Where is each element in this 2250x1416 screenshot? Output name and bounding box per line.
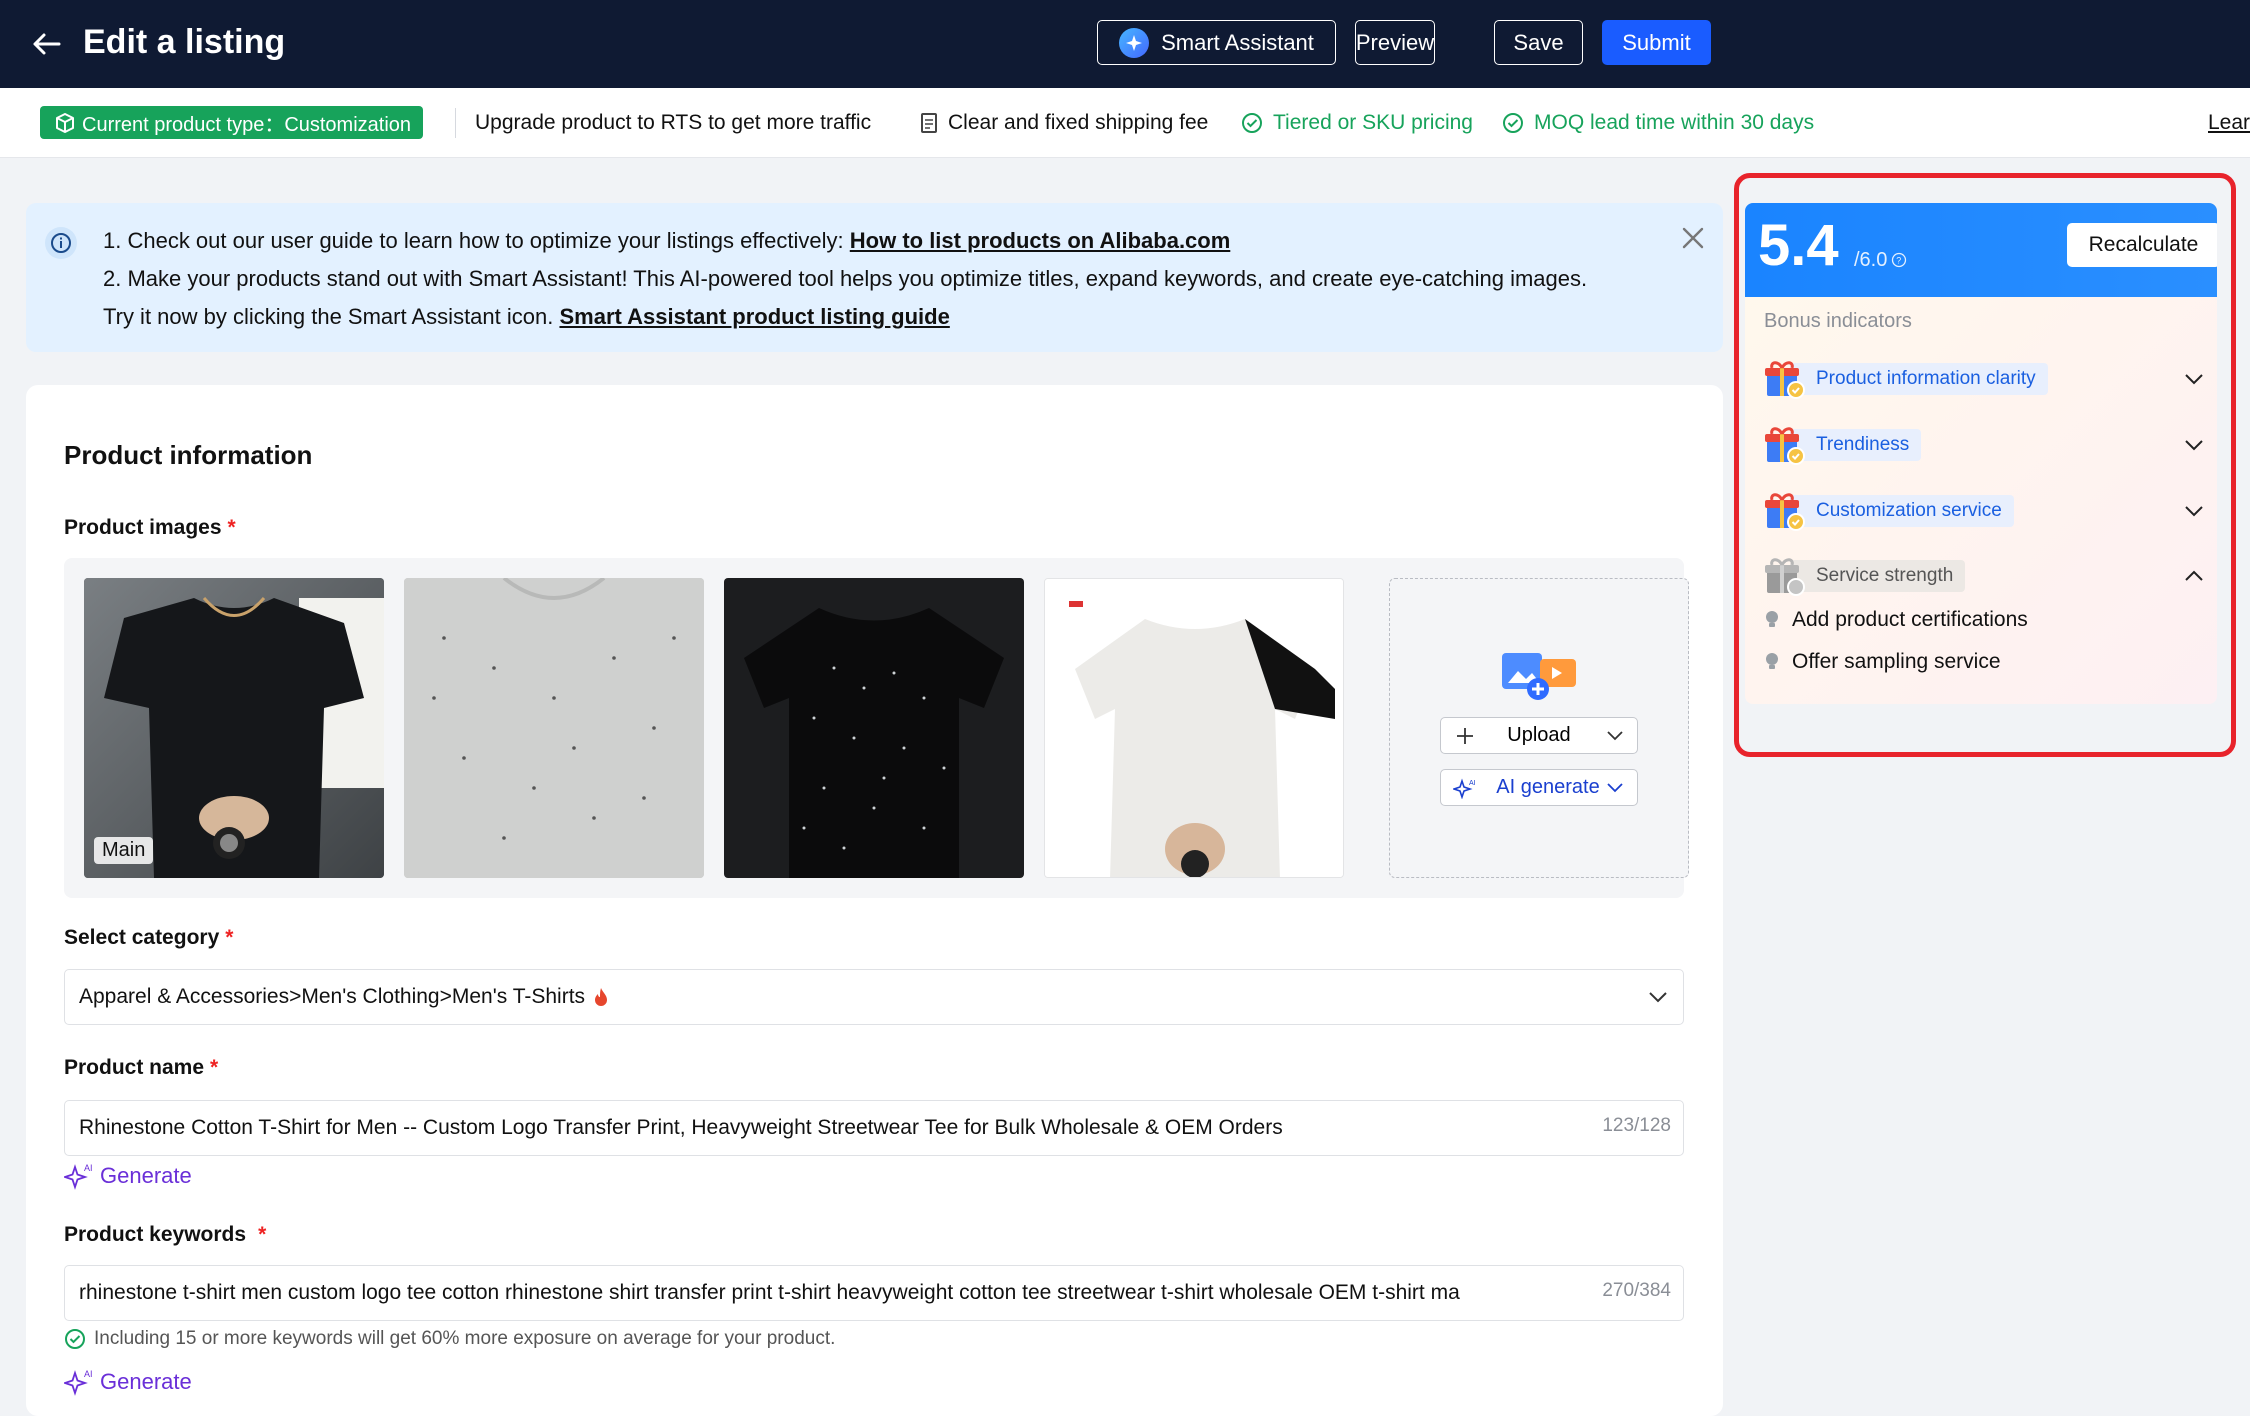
product-keywords-label: Product keywords * [64,1223,267,1246]
chevron-down-icon [2185,440,2203,451]
check-circle-icon [1503,113,1523,133]
category-select[interactable]: Apparel & Accessories>Men's Clothing>Men… [64,969,1684,1025]
gift-badge-icon [1765,427,1805,465]
notice-line-3: Try it now by clicking the Smart Assista… [103,304,950,329]
moq-lead-time-item: MOQ lead time within 30 days [1502,108,1814,138]
product-keywords-input[interactable]: rhinestone t-shirt men custom logo tee c… [64,1265,1684,1321]
guide-notice: 1. Check out our user guide to learn how… [26,203,1723,352]
chevron-down-icon [2185,374,2203,385]
chevron-down-icon [1607,730,1623,740]
notice-line-1: 1. Check out our user guide to learn how… [103,228,1231,253]
indicator-product-information-clarity[interactable]: Product information clarity [1764,357,2204,401]
product-image[interactable] [404,578,704,878]
sparkle-icon [1119,27,1150,58]
info-icon [45,227,77,259]
ai-generate-button[interactable]: AI AI generate [1440,769,1638,806]
fire-icon [595,988,608,1006]
document-icon [921,113,937,133]
help-icon[interactable]: ? [1891,252,1907,268]
image-upload-area[interactable]: Upload AI AI generate [1389,578,1689,878]
page-title: Edit a listing [83,23,286,61]
learn-more-link[interactable]: Lear [2208,108,2250,138]
bulb-icon [1766,611,1778,627]
product-type-badge: Current product type：Customization [40,106,424,139]
score-max: /6.0 ? [1854,245,1907,275]
generate-keywords-link[interactable]: AI Generate [64,1368,192,1396]
product-name-label: Product name * [64,1056,219,1079]
section-title: Product information [64,440,313,470]
tiered-pricing-item: Tiered or SKU pricing [1241,108,1473,138]
chevron-up-icon [2185,570,2203,581]
gift-badge-icon [1765,493,1805,531]
check-circle-icon [65,1329,85,1349]
product-keywords-value: rhinestone t-shirt men custom logo tee c… [79,1281,1460,1304]
chevron-down-icon [2185,506,2203,517]
chevron-down-icon [1649,992,1667,1003]
generate-name-link[interactable]: AI Generate [64,1162,192,1190]
recalculate-button[interactable]: Recalculate [2067,223,2217,267]
notice-line-2: 2. Make your products stand out with Sma… [103,266,1588,291]
category-label: Select category * [64,926,234,949]
name-char-counter: 123/128 [1602,1115,1671,1136]
chevron-down-icon [1607,782,1623,792]
svg-text:AI: AI [84,1163,93,1173]
keywords-char-counter: 270/384 [1602,1280,1671,1301]
product-type-bar: Current product type：Customization Upgra… [0,88,2250,158]
product-image[interactable] [1044,578,1344,878]
category-value: Apparel & Accessories>Men's Clothing>Men… [79,985,586,1008]
smart-assistant-guide-link[interactable]: Smart Assistant product listing guide [559,304,949,329]
svg-text:AI: AI [1469,780,1476,787]
sub-item-certifications[interactable]: Add product certifications [1764,608,2028,632]
back-arrow-icon[interactable] [24,22,68,66]
preview-button[interactable]: Preview [1355,20,1435,65]
upload-button[interactable]: Upload [1440,717,1638,754]
product-name-value: Rhinestone Cotton T-Shirt for Men -- Cus… [79,1116,1283,1139]
indicator-customization-service[interactable]: Customization service [1764,489,2204,533]
product-name-input[interactable]: Rhinestone Cotton T-Shirt for Men -- Cus… [64,1100,1684,1156]
main-image-label: Main [94,837,154,864]
listing-score-panel: 5.4 /6.0 ? Recalculate Bonus indicators … [1745,203,2217,704]
ai-sparkle-icon: AI [1453,777,1476,799]
smart-assistant-label: Smart Assistant [1161,29,1314,55]
gift-badge-icon [1765,361,1805,399]
save-button[interactable]: Save [1494,20,1583,65]
bonus-indicators-title: Bonus indicators [1764,310,1912,332]
indicator-service-strength[interactable]: Service strength [1764,554,2204,598]
upload-image-icon [1502,649,1578,706]
svg-text:?: ? [1897,256,1902,266]
close-icon[interactable] [1676,221,1710,255]
divider [455,108,456,138]
gift-locked-icon [1765,558,1805,596]
score-value: 5.4 [1758,213,1839,278]
plus-icon [1457,727,1473,744]
top-bar: Edit a listing Smart Assistant Preview S… [0,0,2250,88]
product-image[interactable] [724,578,1024,878]
upgrade-rts-text: Upgrade product to RTS to get more traff… [475,111,872,134]
score-header: 5.4 /6.0 ? Recalculate [1745,203,2217,297]
ai-sparkle-icon: AI [64,1369,93,1396]
product-images-area: Main Upload AI AI generate [64,558,1689,898]
keywords-hint: Including 15 or more keywords will get 6… [64,1328,835,1350]
sub-item-sampling[interactable]: Offer sampling service [1764,650,2001,674]
smart-assistant-button[interactable]: Smart Assistant [1097,20,1336,65]
product-images-label: Product images * [64,516,236,539]
submit-button[interactable]: Submit [1602,20,1711,65]
shipping-fee-item: Clear and fixed shipping fee [920,108,1208,138]
indicator-trendiness[interactable]: Trendiness [1764,423,2204,467]
svg-text:AI: AI [84,1369,93,1379]
check-circle-icon [1242,113,1262,133]
bulb-icon [1766,653,1778,669]
box-icon [56,112,74,133]
product-image-main[interactable]: Main [84,578,384,878]
product-form: Product information Product images * Main [26,385,1723,1416]
ai-sparkle-icon: AI [64,1163,93,1190]
listing-guide-link[interactable]: How to list products on Alibaba.com [850,228,1231,253]
